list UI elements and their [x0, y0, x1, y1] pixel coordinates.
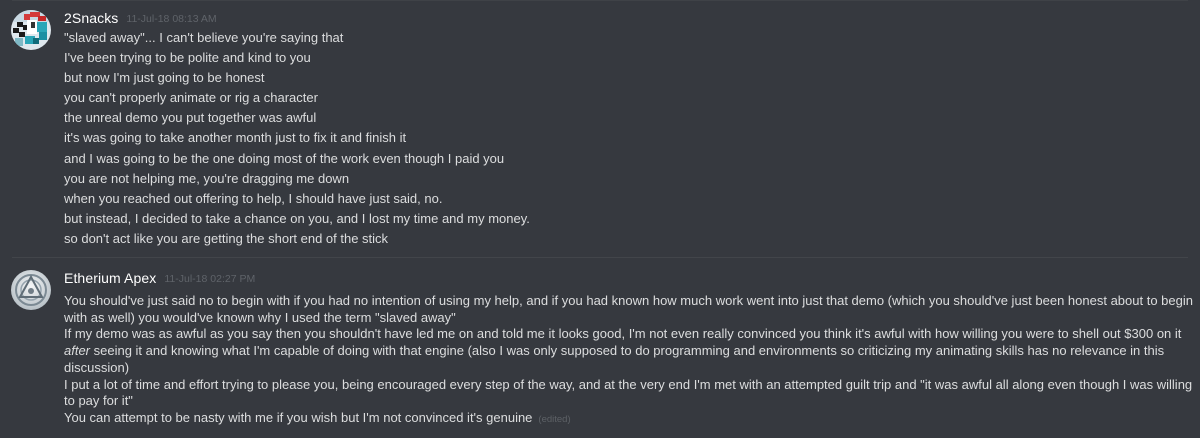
timestamp: 11-Jul-18 08:13 AM: [126, 13, 217, 25]
emphasized-text: after: [64, 343, 91, 359]
timestamp: 11-Jul-18 02:27 PM: [164, 273, 256, 285]
message-text: If my demo was as awful as you say then …: [64, 326, 1182, 342]
message-line: you are not helping me, you're dragging …: [64, 170, 350, 186]
avatar[interactable]: [11, 270, 51, 310]
message-line: the unreal demo you put together was awf…: [64, 110, 317, 126]
message-group: Etherium Apex 11-Jul-18 02:27 PM You shou…: [0, 258, 1200, 438]
message-text: You can attempt to be nasty with me if y…: [64, 409, 533, 425]
message-group: 2Snacks 11-Jul-18 08:13 AM "slaved away".…: [0, 0, 1200, 258]
message-line: it's was going to take another month jus…: [64, 130, 407, 146]
avatar-emblem-icon: [11, 270, 51, 310]
message-line: but instead, I decided to take a chance …: [64, 210, 530, 226]
message-body: "slaved away"... I can't believe you're …: [64, 28, 1194, 249]
message-line: You should've just said no to begin with…: [64, 293, 1193, 325]
avatar[interactable]: [11, 10, 51, 50]
username[interactable]: 2Snacks: [64, 10, 118, 26]
username[interactable]: Etherium Apex: [64, 270, 156, 286]
message-line: when you reached out offering to help, I…: [64, 190, 443, 206]
message-line: "slaved away"... I can't believe you're …: [64, 30, 344, 45]
message-line: I've been trying to be polite and kind t…: [64, 50, 311, 66]
message-line: you can't properly animate or rig a char…: [64, 90, 318, 106]
edited-label: (edited): [538, 413, 571, 425]
message-line: You can attempt to be nasty with me if y…: [64, 410, 1194, 429]
message-text: seeing it and knowing what I'm capable o…: [64, 343, 1165, 375]
message-line: and I was going to be the one doing most…: [64, 150, 505, 166]
message-body: You should've just said no to begin with…: [64, 293, 1194, 429]
message-line: If my demo was as awful as you say then …: [64, 326, 1194, 376]
message-line: so don't act like you are getting the sh…: [64, 230, 389, 246]
message-line: but now I'm just going to be honest: [64, 70, 265, 86]
message-line: I put a lot of time and effort trying to…: [64, 376, 1193, 409]
chat-messages: 2Snacks 11-Jul-18 08:13 AM "slaved away".…: [0, 0, 1200, 438]
avatar-pixel-art-icon: [11, 10, 51, 50]
